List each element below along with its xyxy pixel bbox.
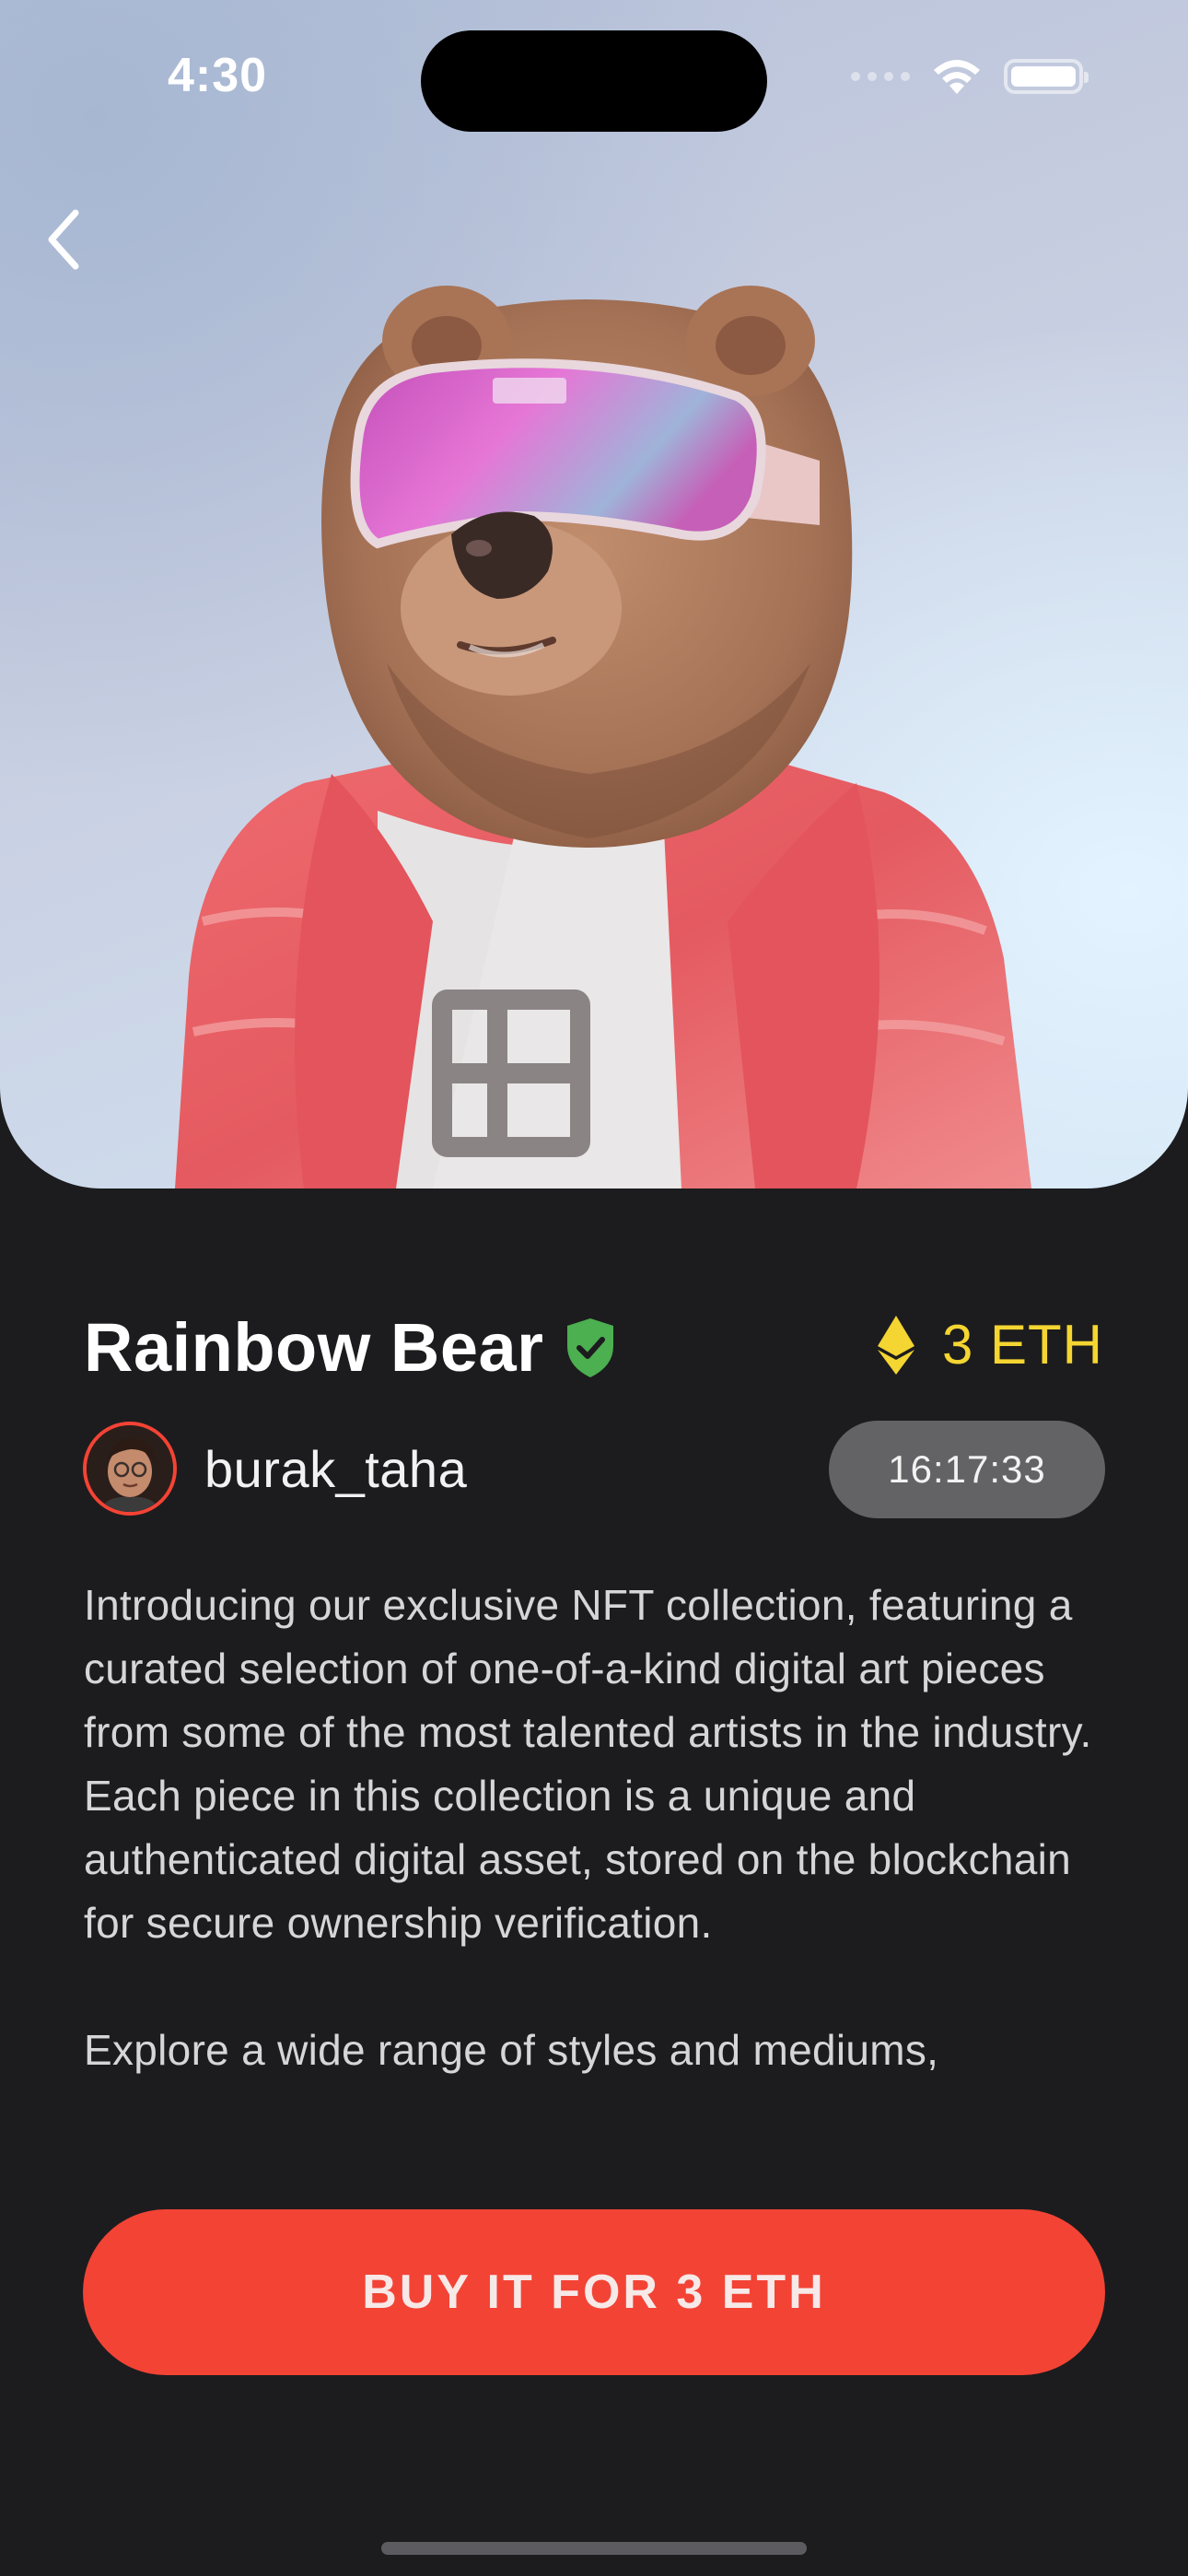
chevron-left-icon: [48, 209, 79, 270]
auction-timer: 16:17:33: [829, 1421, 1105, 1518]
description-paragraph: Introducing our exclusive NFT collection…: [84, 1581, 1092, 1947]
description-paragraph: Explore a wide range of styles and mediu…: [84, 2026, 939, 2074]
ethereum-icon: [877, 1315, 914, 1375]
nft-title: Rainbow Bear: [84, 1309, 544, 1386]
battery-icon: [1004, 59, 1089, 94]
home-indicator[interactable]: [381, 2542, 807, 2555]
owner-row[interactable]: burak_taha: [83, 1422, 467, 1516]
nft-artwork-bear: [175, 286, 1031, 1188]
nft-description: Introducing our exclusive NFT collection…: [84, 1574, 1106, 2126]
hero-image: 4:30: [0, 0, 1188, 1188]
cellular-signal-icon: [851, 72, 910, 81]
status-time: 4:30: [168, 49, 268, 102]
price-row: 3 ETH: [877, 1313, 1103, 1376]
status-icons: [851, 57, 1089, 96]
dynamic-island: [421, 30, 767, 132]
back-button[interactable]: [26, 198, 99, 281]
owner-avatar[interactable]: [83, 1422, 177, 1516]
buy-button[interactable]: BUY IT FOR 3 ETH: [83, 2209, 1105, 2375]
title-row: Rainbow Bear: [84, 1308, 617, 1387]
avatar-portrait: [87, 1425, 173, 1512]
owner-username[interactable]: burak_taha: [204, 1439, 467, 1499]
wifi-icon: [934, 60, 980, 94]
nft-price: 3 ETH: [941, 1314, 1103, 1376]
verified-shield-icon: [567, 1317, 614, 1377]
